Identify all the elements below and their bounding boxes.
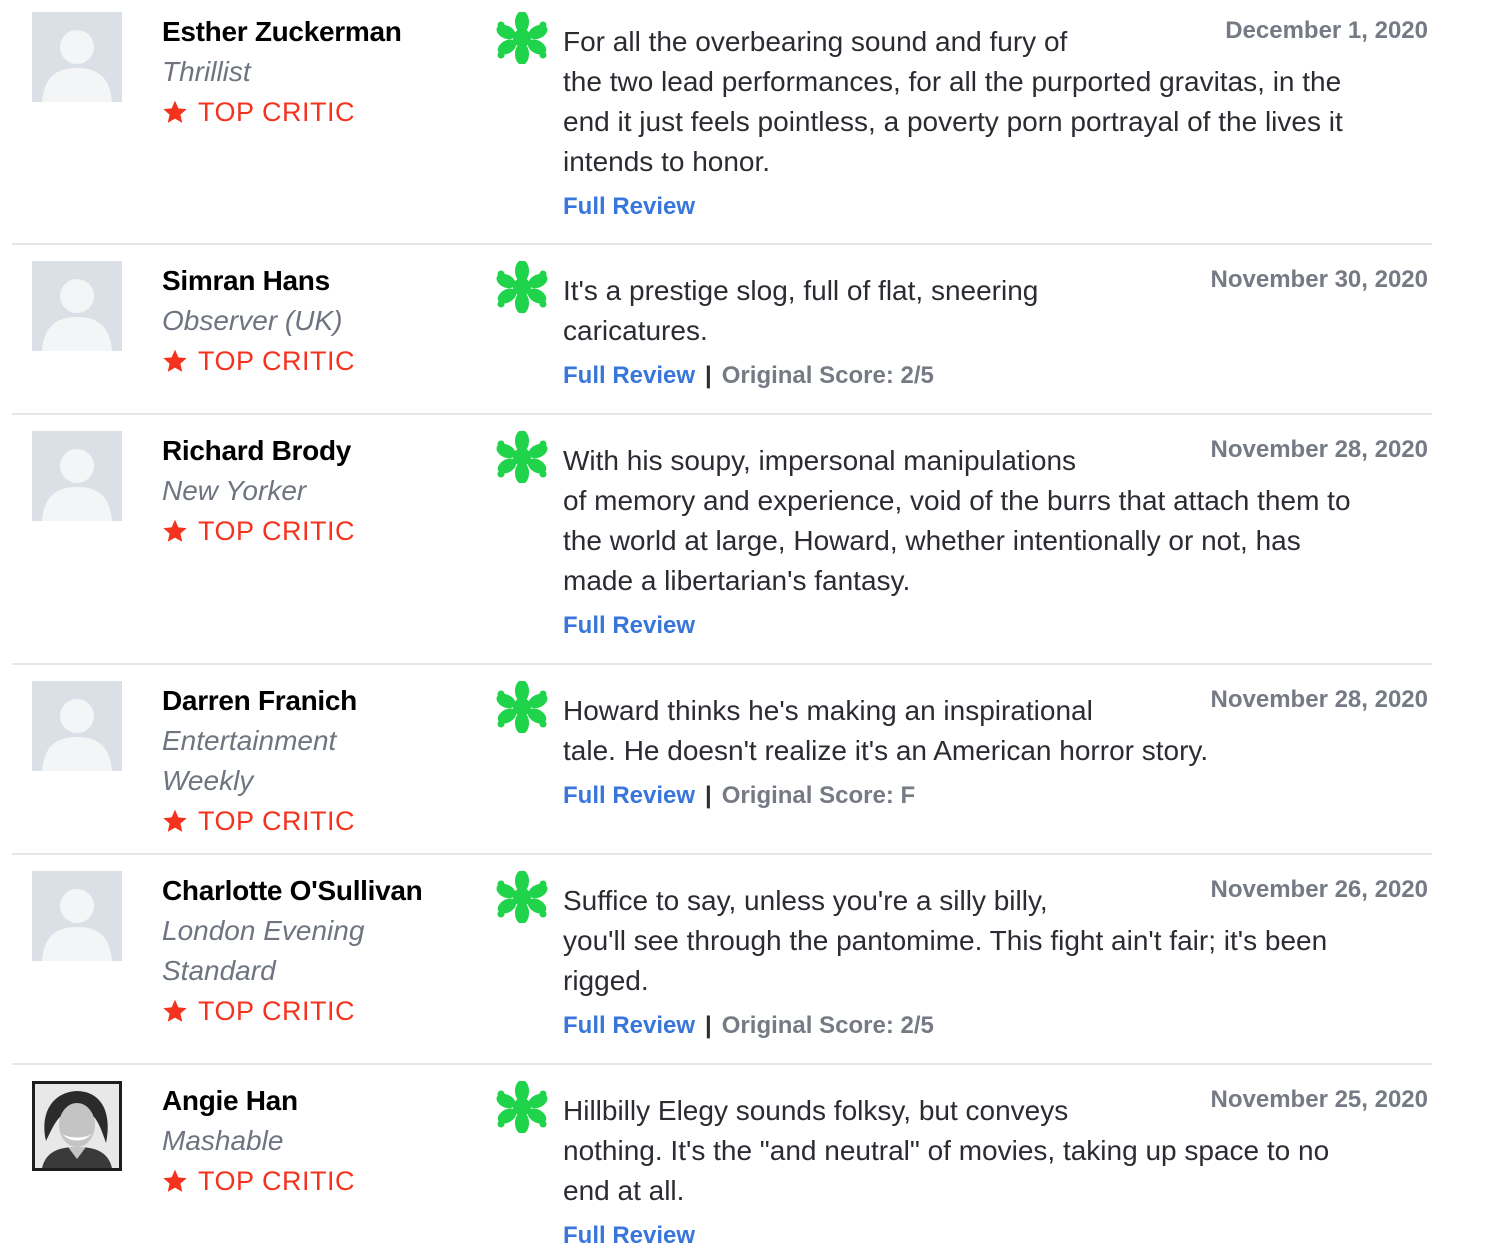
review-quote-line: made a libertarian's fantasy. xyxy=(563,565,911,596)
top-critic-label: TOP CRITIC xyxy=(198,996,356,1026)
user-avatar-icon[interactable] xyxy=(32,681,122,771)
publication-link[interactable]: Weekly xyxy=(162,761,462,801)
review-quote-line: you'll see through the pantomime. This f… xyxy=(563,925,1328,956)
rotten-splat-icon xyxy=(496,11,548,65)
review-quote-line: intends to honor. xyxy=(563,146,771,177)
user-avatar-icon[interactable] xyxy=(32,431,122,521)
rotten-splat-icon xyxy=(496,260,548,314)
critic-info: Angie Han Mashable TOP CRITIC xyxy=(162,1081,462,1201)
footer-separator: | xyxy=(705,1012,712,1039)
top-critic-label: TOP CRITIC xyxy=(198,346,356,376)
review-quote-line: the world at large, Howard, whether inte… xyxy=(563,525,1301,556)
review-quote-line: tale. He doesn't realize it's an America… xyxy=(563,735,1209,766)
review-quote-line: With his soupy, impersonal manipulations xyxy=(563,445,1077,476)
review-footer: Full Review | Original Score: 2/5 xyxy=(563,359,934,393)
star-icon xyxy=(162,518,188,544)
top-critic-badge: TOP CRITIC xyxy=(162,1161,462,1201)
critic-name-link[interactable]: Simran Hans xyxy=(162,261,462,301)
rotten-splat-icon xyxy=(496,430,548,484)
review-quote: Hillbilly Elegy sounds folksy, but conve… xyxy=(563,1091,1423,1211)
rotten-splat-icon xyxy=(496,1080,548,1134)
review-row: Simran Hans Observer (UK) TOP CRITIC Nove… xyxy=(12,245,1432,415)
original-score: Original Score: 2/5 xyxy=(721,1012,934,1039)
review-row: Richard Brody New Yorker TOP CRITIC Novem… xyxy=(12,415,1432,665)
user-avatar-icon[interactable] xyxy=(32,871,122,961)
publication-link[interactable]: Entertainment xyxy=(162,721,462,761)
review-quote-line: nothing. It's the "and neutral" of movie… xyxy=(563,1135,1330,1166)
user-avatar-icon[interactable] xyxy=(32,12,122,102)
critic-photo[interactable] xyxy=(32,1081,122,1171)
full-review-link[interactable]: Full Review xyxy=(563,1012,695,1039)
footer-separator: | xyxy=(705,362,712,389)
review-footer: Full Review xyxy=(563,609,695,643)
review-footer: Full Review xyxy=(563,190,695,224)
publication-link[interactable]: Observer (UK) xyxy=(162,301,462,341)
star-icon xyxy=(162,808,188,834)
critic-info: Charlotte O'Sullivan London Evening Standa… xyxy=(162,871,462,1031)
review-quote-line: It's a prestige slog, full of flat, snee… xyxy=(563,275,1039,306)
critic-name-link[interactable]: Charlotte O'Sullivan xyxy=(162,871,462,911)
review-quote-line: of memory and experience, void of the bu… xyxy=(563,485,1351,516)
review-row: Charlotte O'Sullivan London Evening Standa… xyxy=(12,855,1432,1065)
top-critic-badge: TOP CRITIC xyxy=(162,991,462,1031)
review-quote: For all the overbearing sound and fury o… xyxy=(563,22,1423,182)
publication-link[interactable]: Thrillist xyxy=(162,52,462,92)
user-avatar-icon[interactable] xyxy=(32,261,122,351)
review-quote-line: For all the overbearing sound and fury o… xyxy=(563,26,1068,57)
star-icon xyxy=(162,348,188,374)
full-review-link[interactable]: Full Review xyxy=(563,612,695,639)
review-quote: Suffice to say, unless you're a silly bi… xyxy=(563,881,1423,1001)
top-critic-badge: TOP CRITIC xyxy=(162,341,462,381)
review-quote: With his soupy, impersonal manipulations… xyxy=(563,441,1423,601)
top-critic-label: TOP CRITIC xyxy=(198,1166,356,1196)
review-quote-line: Hillbilly Elegy sounds folksy, but conve… xyxy=(563,1095,1069,1126)
rotten-splat-icon xyxy=(496,870,548,924)
original-score: Original Score: 2/5 xyxy=(721,362,934,389)
review-quote-line: the two lead performances, for all the p… xyxy=(563,66,1342,97)
review-quote: It's a prestige slog, full of flat, snee… xyxy=(563,271,1423,351)
publication-link[interactable]: New Yorker xyxy=(162,471,462,511)
star-icon xyxy=(162,998,188,1024)
publication-link[interactable]: Mashable xyxy=(162,1121,462,1161)
critic-name-link[interactable]: Esther Zuckerman xyxy=(162,12,462,52)
rotten-splat-icon xyxy=(496,680,548,734)
top-critic-badge: TOP CRITIC xyxy=(162,801,462,841)
review-quote-line: end at all. xyxy=(563,1175,685,1206)
review-row: Esther Zuckerman Thrillist TOP CRITIC Dec… xyxy=(12,0,1432,245)
critic-name-link[interactable]: Darren Franich xyxy=(162,681,462,721)
footer-separator: | xyxy=(705,782,712,809)
original-score: Original Score: F xyxy=(721,782,916,809)
critic-info: Richard Brody New Yorker TOP CRITIC xyxy=(162,431,462,551)
review-row: Angie Han Mashable TOP CRITIC November 25… xyxy=(12,1065,1432,1258)
critic-info: Esther Zuckerman Thrillist TOP CRITIC xyxy=(162,12,462,132)
top-critic-badge: TOP CRITIC xyxy=(162,511,462,551)
review-row: Darren Franich Entertainment Weekly TOP CR… xyxy=(12,665,1432,855)
review-quote-line: end it just feels pointless, a poverty p… xyxy=(563,106,1343,137)
star-icon xyxy=(162,99,188,125)
publication-link[interactable]: Standard xyxy=(162,951,462,991)
top-critic-label: TOP CRITIC xyxy=(198,516,356,546)
publication-link[interactable]: London Evening xyxy=(162,911,462,951)
critic-info: Simran Hans Observer (UK) TOP CRITIC xyxy=(162,261,462,381)
star-icon xyxy=(162,1168,188,1194)
review-quote-line: rigged. xyxy=(563,965,649,996)
top-critic-badge: TOP CRITIC xyxy=(162,92,462,132)
full-review-link[interactable]: Full Review xyxy=(563,1222,695,1249)
full-review-link[interactable]: Full Review xyxy=(563,193,695,220)
top-critic-label: TOP CRITIC xyxy=(198,806,356,836)
full-review-link[interactable]: Full Review xyxy=(563,782,695,809)
review-quote-line: Howard thinks he's making an inspiration… xyxy=(563,695,1093,726)
critic-name-link[interactable]: Angie Han xyxy=(162,1081,462,1121)
review-quote-line: caricatures. xyxy=(563,315,708,346)
critic-reviews-list: Esther Zuckerman Thrillist TOP CRITIC Dec… xyxy=(12,0,1432,1258)
review-footer: Full Review | Original Score: F xyxy=(563,779,915,813)
review-footer: Full Review xyxy=(563,1219,695,1253)
full-review-link[interactable]: Full Review xyxy=(563,362,695,389)
review-quote: Howard thinks he's making an inspiration… xyxy=(563,691,1423,771)
top-critic-label: TOP CRITIC xyxy=(198,97,356,127)
review-quote-line: Suffice to say, unless you're a silly bi… xyxy=(563,885,1048,916)
critic-name-link[interactable]: Richard Brody xyxy=(162,431,462,471)
critic-info: Darren Franich Entertainment Weekly TOP CR… xyxy=(162,681,462,841)
review-footer: Full Review | Original Score: 2/5 xyxy=(563,1009,934,1043)
